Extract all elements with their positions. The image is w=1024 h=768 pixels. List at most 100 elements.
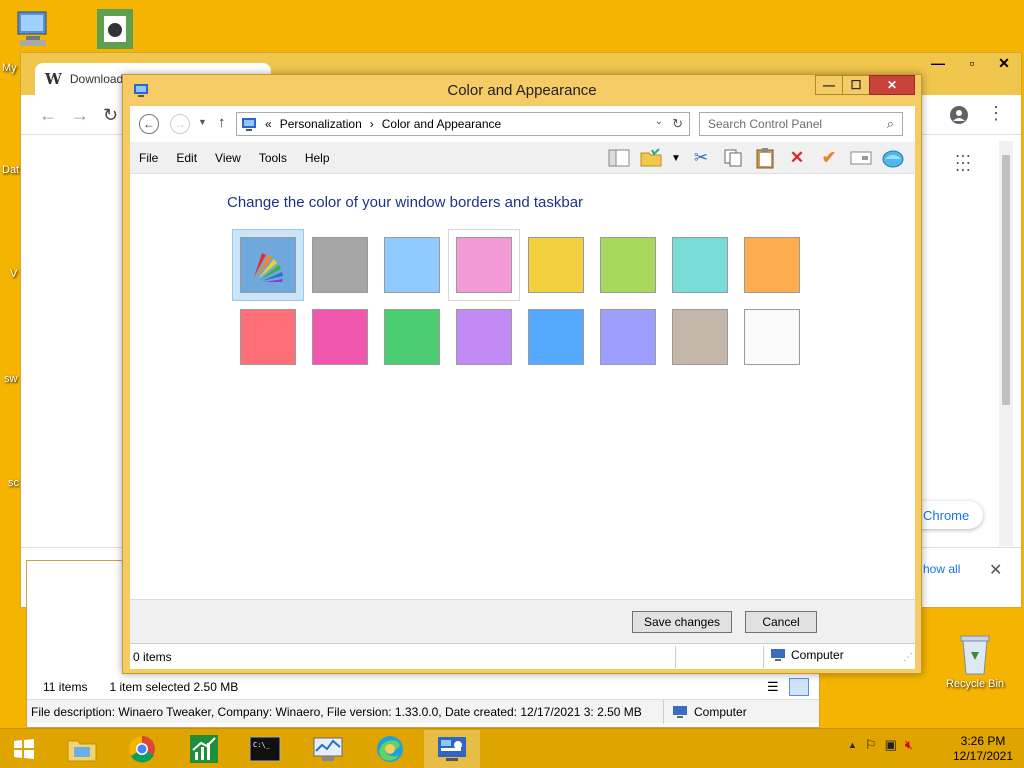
desktop-label-v: V bbox=[10, 268, 18, 280]
taskbar-stock-app[interactable] bbox=[176, 730, 232, 768]
properties-check-icon[interactable]: ✔ bbox=[815, 146, 843, 170]
delete-icon[interactable]: ✕ bbox=[783, 146, 811, 170]
show-all-link[interactable]: how all bbox=[923, 562, 960, 576]
color-swatch[interactable] bbox=[736, 229, 808, 301]
color-swatch[interactable] bbox=[520, 301, 592, 373]
menu-edit[interactable]: Edit bbox=[167, 151, 206, 165]
taskbar-clock[interactable]: 3:26 PM 12/17/2021 bbox=[950, 734, 1016, 764]
swatch-fill bbox=[456, 309, 512, 365]
taskbar-chrome[interactable] bbox=[114, 730, 170, 768]
volume-muted-icon[interactable]: 🔇︎ bbox=[905, 737, 913, 753]
menu-tools[interactable]: Tools bbox=[250, 151, 296, 165]
search-placeholder: Search Control Panel bbox=[708, 117, 823, 131]
recycle-bin-icon bbox=[960, 635, 990, 675]
desktop-icon-recycle-bin[interactable]: Recycle Bin bbox=[940, 630, 1010, 690]
computer-icon bbox=[673, 706, 687, 718]
window-body: ← → ▼ ↑ « Personalization › Color and Ap… bbox=[130, 106, 915, 669]
color-swatch[interactable] bbox=[520, 229, 592, 301]
file-explorer-icon bbox=[67, 740, 97, 762]
reload-icon[interactable]: ↻ bbox=[103, 105, 118, 126]
back-button[interactable]: ← bbox=[139, 114, 159, 134]
close-download-bar-icon[interactable]: ✕ bbox=[989, 560, 1002, 580]
chrome-maximize-button[interactable]: ▫ bbox=[955, 53, 989, 73]
taskbar-file-explorer[interactable] bbox=[54, 730, 110, 768]
color-swatch[interactable] bbox=[232, 301, 304, 373]
color-swatch-custom[interactable] bbox=[232, 229, 304, 301]
taskbar-system-monitor[interactable] bbox=[300, 730, 356, 768]
chrome-close-button[interactable]: ✕ bbox=[987, 53, 1021, 73]
dropdown-chevron-icon[interactable]: ▼ bbox=[669, 146, 683, 170]
color-swatch[interactable] bbox=[592, 301, 664, 373]
color-swatch[interactable] bbox=[448, 229, 520, 301]
color-swatch[interactable] bbox=[664, 301, 736, 373]
breadcrumb-personalization[interactable]: Personalization bbox=[280, 117, 362, 131]
taskbar-command-prompt[interactable]: C:\_ bbox=[237, 730, 293, 768]
details-view-icon[interactable]: ☰ bbox=[767, 679, 779, 695]
back-arrow-icon[interactable]: ← bbox=[39, 105, 57, 126]
color-swatch[interactable] bbox=[304, 229, 376, 301]
folder-options-icon[interactable] bbox=[637, 146, 665, 170]
color-swatch[interactable] bbox=[448, 301, 520, 373]
save-changes-button[interactable]: Save changes bbox=[632, 611, 732, 633]
refresh-icon[interactable]: ↻ bbox=[672, 116, 683, 132]
swatch-fill bbox=[456, 237, 512, 293]
control-panel-icon bbox=[242, 118, 256, 131]
taskbar-edge[interactable] bbox=[362, 730, 418, 768]
breadcrumb-separator[interactable]: › bbox=[370, 117, 374, 131]
start-button[interactable] bbox=[0, 730, 48, 768]
breadcrumb-overflow[interactable]: « bbox=[265, 117, 272, 131]
desktop-icon-app[interactable] bbox=[90, 6, 140, 52]
network-icon[interactable]: ▣ bbox=[885, 737, 897, 753]
tiles-view-icon[interactable] bbox=[789, 678, 809, 696]
menu-file[interactable]: File bbox=[130, 151, 167, 165]
copy-icon[interactable] bbox=[719, 146, 747, 170]
up-arrow-icon[interactable]: ↑ bbox=[218, 114, 226, 131]
color-mixer-swatch bbox=[240, 237, 296, 293]
color-swatch[interactable] bbox=[304, 301, 376, 373]
swatch-fill bbox=[528, 237, 584, 293]
forward-button[interactable]: → bbox=[170, 114, 190, 134]
dialog-footer: Save changes Cancel bbox=[130, 599, 915, 643]
minimize-button[interactable]: — bbox=[815, 75, 843, 95]
forward-arrow-icon[interactable]: → bbox=[71, 105, 89, 126]
menu-help[interactable]: Help bbox=[296, 151, 339, 165]
scrollbar-track[interactable] bbox=[999, 141, 1013, 546]
cancel-button[interactable]: Cancel bbox=[745, 611, 817, 633]
show-hidden-icons-icon[interactable]: ▲ bbox=[848, 740, 857, 753]
rename-icon[interactable] bbox=[847, 146, 875, 170]
color-swatch[interactable] bbox=[376, 301, 448, 373]
address-dropdown-icon[interactable]: ⌄ bbox=[655, 116, 663, 127]
color-swatch[interactable] bbox=[592, 229, 664, 301]
globe-icon[interactable] bbox=[879, 146, 907, 170]
address-field[interactable]: « Personalization › Color and Appearance… bbox=[236, 112, 690, 136]
resize-grip-icon[interactable]: ⋰ bbox=[903, 652, 913, 663]
recent-locations-icon[interactable]: ▼ bbox=[198, 117, 207, 127]
taskbar-control-panel[interactable] bbox=[424, 730, 480, 768]
close-button[interactable]: ✕ bbox=[869, 75, 915, 95]
chrome-minimize-button[interactable]: — bbox=[921, 53, 955, 73]
scrollbar-thumb[interactable] bbox=[1002, 155, 1010, 405]
control-panel-icon bbox=[438, 737, 466, 761]
preview-pane-icon[interactable] bbox=[605, 146, 633, 170]
paste-icon[interactable] bbox=[751, 146, 779, 170]
cut-icon[interactable]: ✂ bbox=[687, 146, 715, 170]
kebab-menu-icon[interactable]: ⋮ bbox=[987, 103, 1005, 124]
color-swatch[interactable] bbox=[664, 229, 736, 301]
edge-icon bbox=[377, 736, 403, 762]
apps-grid-icon[interactable]: ⋯ ⋯ ⋯ bbox=[955, 149, 971, 179]
desktop-icon-my-computer[interactable]: My bbox=[2, 8, 62, 74]
status-divider bbox=[763, 646, 764, 668]
window-titlebar[interactable]: Color and Appearance — ☐ ✕ bbox=[123, 75, 921, 105]
menu-view[interactable]: View bbox=[206, 151, 250, 165]
color-swatch[interactable] bbox=[376, 229, 448, 301]
maximize-button[interactable]: ☐ bbox=[842, 75, 870, 95]
computer-icon bbox=[17, 11, 47, 46]
status-computer-label: Computer bbox=[791, 648, 844, 662]
desktop-label-dat: Dat bbox=[2, 164, 20, 176]
avatar-icon[interactable] bbox=[949, 105, 969, 125]
search-input[interactable]: Search Control Panel ⌕ bbox=[699, 112, 903, 136]
action-center-flag-icon[interactable]: ⚐ bbox=[865, 737, 877, 753]
color-swatch[interactable] bbox=[736, 301, 808, 373]
swatch-fill bbox=[384, 237, 440, 293]
breadcrumb-color-appearance[interactable]: Color and Appearance bbox=[382, 117, 501, 131]
